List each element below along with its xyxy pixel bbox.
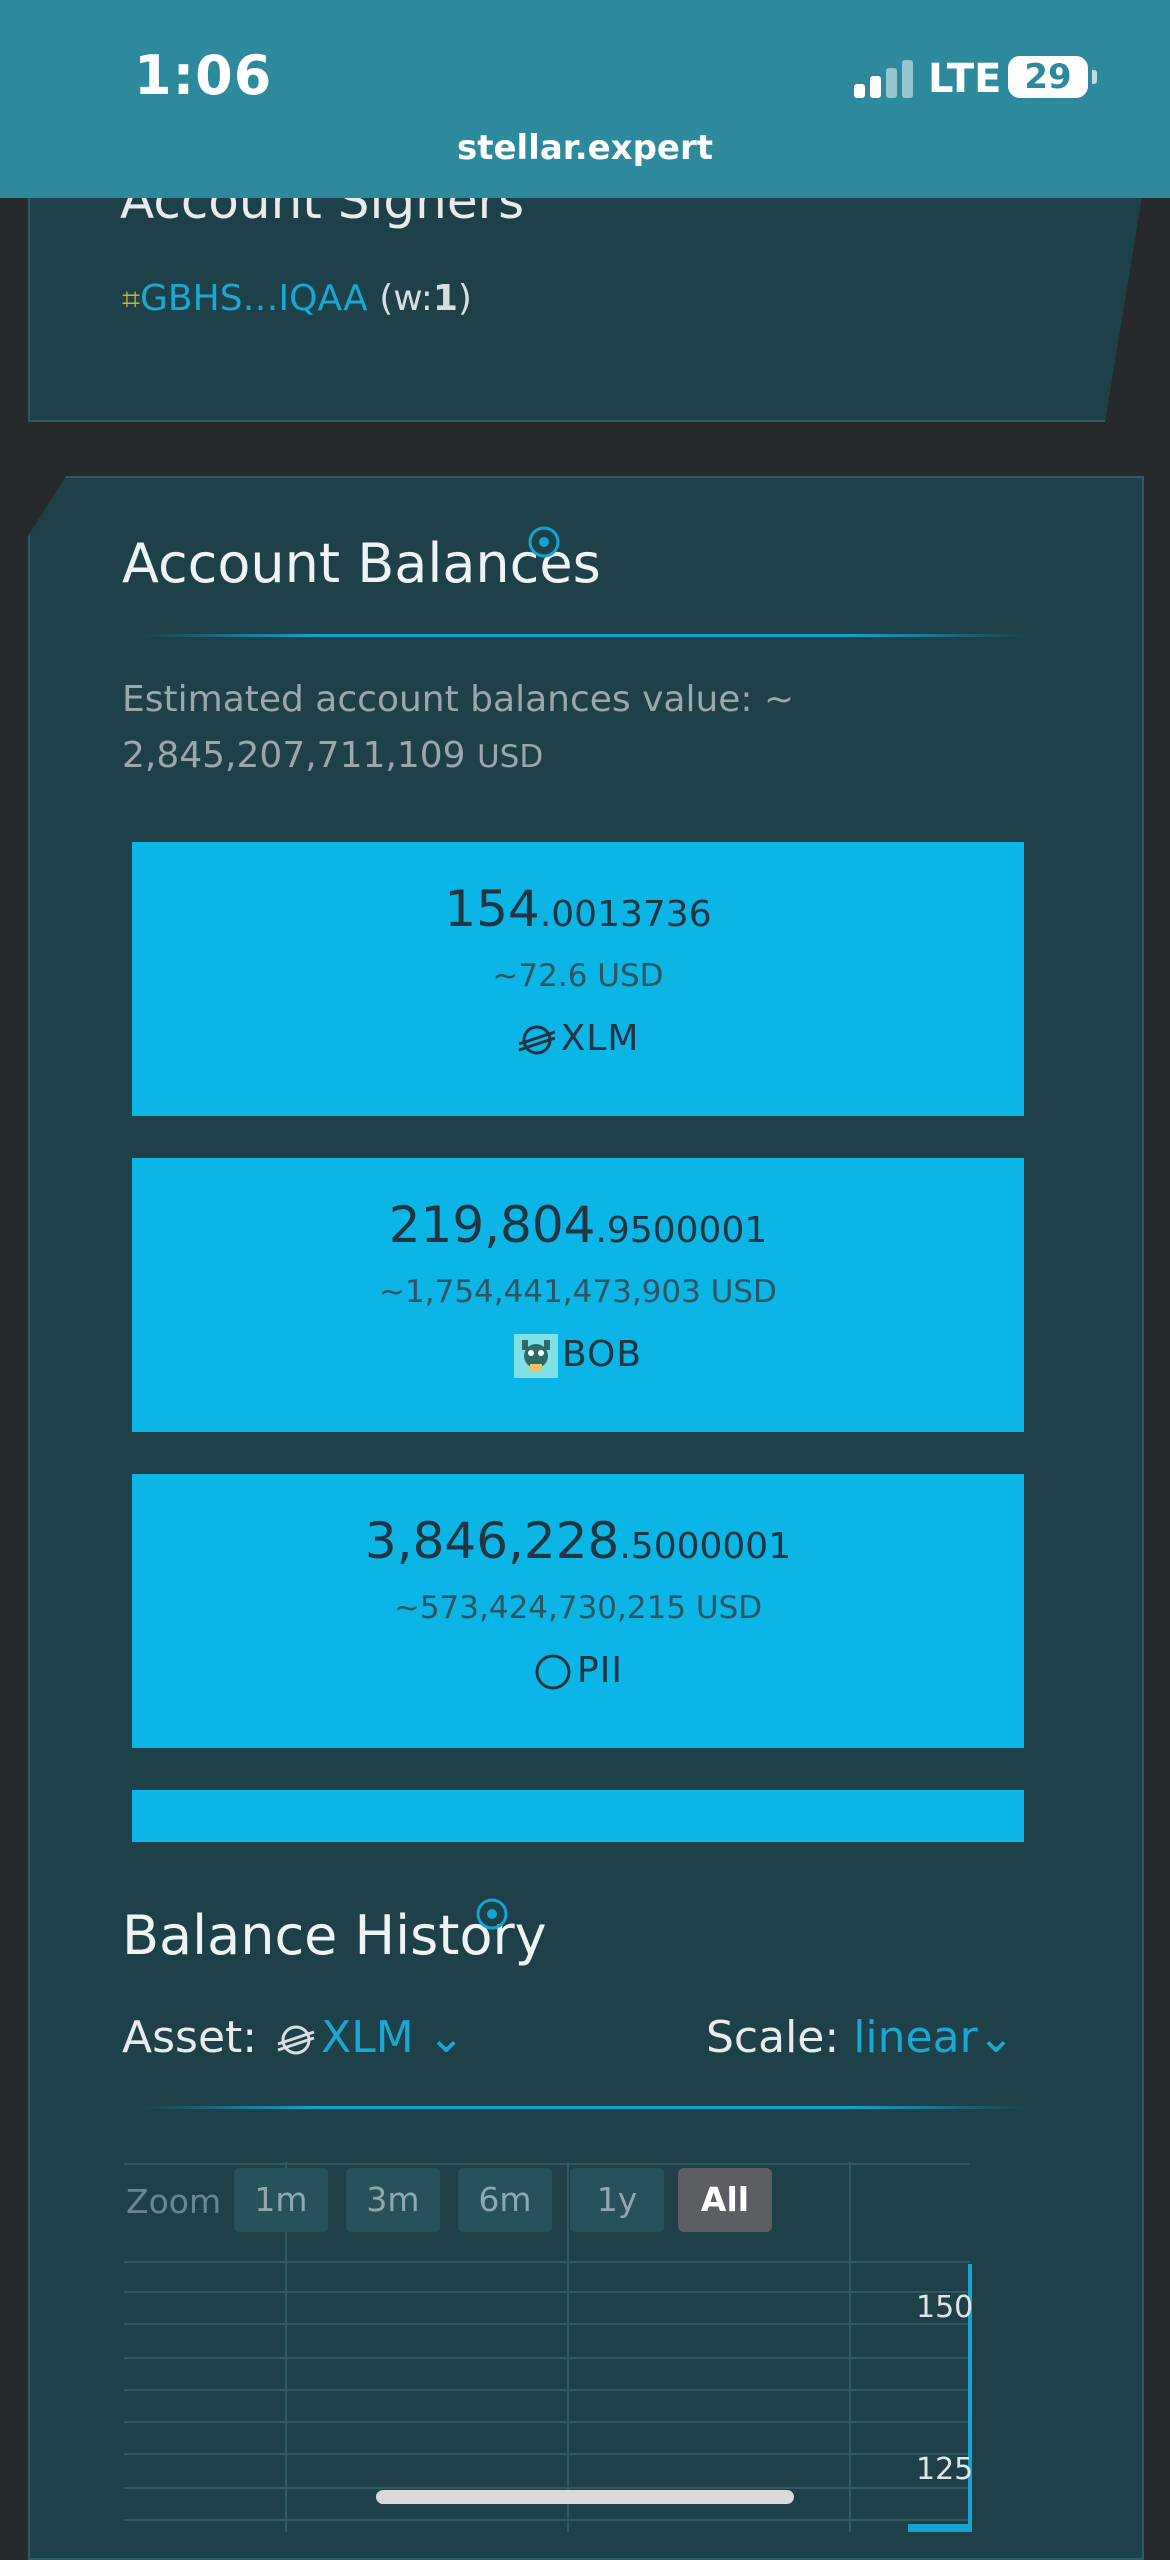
estimate-unit: USD (476, 739, 544, 775)
zoom-label: Zoom (126, 2182, 222, 2221)
asset-selector[interactable]: Asset: XLM ⌄ (122, 2012, 465, 2063)
y-tick-label: 150 (916, 2290, 974, 2325)
balance-card-partial[interactable] (132, 1790, 1024, 1842)
y-tick-label: 125 (916, 2452, 974, 2487)
zoom-6m-button[interactable]: 6m (458, 2168, 552, 2232)
signer-weight-prefix: (w: (367, 278, 433, 319)
asset-label: PII (132, 1650, 1024, 1692)
amount-fraction: .9500001 (595, 1210, 768, 1251)
scale-selector[interactable]: Scale: linear⌄ (706, 2012, 1015, 2063)
chart-series-area (908, 2524, 970, 2532)
asset-code: XLM (560, 1018, 640, 1059)
balance-usd: ~573,424,730,215 USD (393, 1590, 763, 1626)
zoom-all-button[interactable]: All (678, 2168, 772, 2232)
amount-fraction: .5000001 (619, 1526, 792, 1567)
chevron-down-icon[interactable]: ⌄ (414, 2012, 465, 2063)
zoom-1m-button[interactable]: 1m (234, 2168, 328, 2232)
asset-selector-value[interactable]: XLM (321, 2012, 414, 2063)
account-identicon-icon: ⌗ (122, 280, 141, 318)
address-bar[interactable]: stellar.expert (0, 128, 1170, 168)
balance-usd: ~72.6 USD (492, 958, 664, 994)
balances-divider (140, 634, 1028, 637)
asset-selector-label: Asset: (122, 2012, 258, 2063)
estimate-amount: 2,845,207,711,109 (122, 735, 466, 776)
info-icon[interactable] (474, 1896, 510, 1932)
signer-row: ⌗GBHS…IQAA (w:1) (122, 278, 472, 319)
balance-cards: 154.0013736 ~72.6 USD XLM 219,804.950000… (132, 842, 1024, 1842)
zoom-1y-button[interactable]: 1y (570, 2168, 664, 2232)
status-time: 1:06 (134, 44, 273, 107)
balance-amount: 3,846,228.5000001 (132, 1512, 1024, 1570)
home-indicator[interactable] (376, 2490, 794, 2504)
balance-card-bob[interactable]: 219,804.9500001 ~1,754,441,473,903 USD B… (132, 1158, 1024, 1432)
balance-amount: 154.0013736 (132, 880, 1024, 938)
balance-history-chart[interactable]: Zoom 1m 3m 6m 1y All 150 125 (124, 2162, 974, 2532)
signer-weight: 1 (432, 278, 458, 319)
scale-selector-value[interactable]: linear (853, 2012, 977, 2063)
circle-icon (535, 1654, 571, 1690)
amount-integer: 219,804 (388, 1196, 596, 1254)
chevron-down-icon[interactable]: ⌄ (978, 2012, 1015, 2063)
history-divider (140, 2106, 1028, 2109)
balance-card-pii[interactable]: 3,846,228.5000001 ~573,424,730,215 USD P… (132, 1474, 1024, 1748)
asset-code: PII (577, 1650, 623, 1691)
estimate-label: Estimated account balances value: ~ (122, 679, 795, 720)
signer-weight-suffix: ) (457, 278, 472, 319)
battery-icon: 29 (1008, 56, 1097, 98)
scale-selector-label: Scale: (706, 2012, 840, 2063)
refresh-icon[interactable] (526, 524, 562, 560)
stellar-icon (277, 2025, 315, 2055)
balance-usd: ~1,754,441,473,903 USD (379, 1274, 777, 1310)
amount-integer: 3,846,228 (364, 1512, 620, 1570)
stellar-icon (518, 1025, 556, 1055)
balance-card-xlm[interactable]: 154.0013736 ~72.6 USD XLM (132, 842, 1024, 1116)
balance-amount: 219,804.9500001 (132, 1196, 1024, 1254)
asset-label: XLM (132, 1018, 1024, 1060)
cellular-signal-icon (854, 58, 916, 98)
zoom-3m-button[interactable]: 3m (346, 2168, 440, 2232)
network-type: LTE (928, 56, 1002, 102)
amount-fraction: .0013736 (539, 894, 712, 935)
browser-top-bar: 1:06 LTE 29 stellar.expert (0, 0, 1170, 198)
estimated-value: Estimated account balances value: ~ 2,84… (122, 672, 1002, 785)
signer-link[interactable]: GBHS…IQAA (140, 278, 368, 319)
asset-label: BOB (132, 1334, 1024, 1378)
bob-token-icon (513, 1334, 558, 1378)
amount-integer: 154 (444, 880, 540, 938)
asset-code: BOB (561, 1334, 643, 1375)
